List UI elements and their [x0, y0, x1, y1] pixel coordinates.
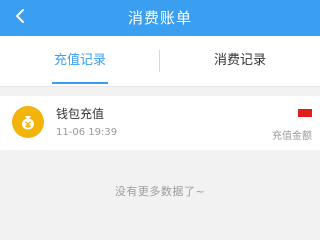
amount-label: 充值金额 — [272, 131, 312, 142]
tab-bar: 充值记录 消费记录 — [0, 36, 320, 87]
app-header: 消费账单 — [0, 0, 320, 36]
tab-recharge-records[interactable]: 充值记录 — [0, 36, 160, 86]
active-tab-indicator — [52, 82, 108, 84]
record-title: 钱包充值 — [56, 107, 105, 121]
record-timestamp: 11-06 19:39 — [56, 127, 118, 138]
list-item[interactable]: 钱包充值 11-06 19:39 充值金额 — [0, 96, 320, 150]
page-title: 消费账单 — [127, 9, 192, 27]
tab-consumption-records[interactable]: 消费记录 — [160, 36, 320, 86]
no-more-data-note: 没有更多数据了~ — [114, 185, 206, 198]
wallet-money-bag-icon — [12, 106, 44, 138]
amount-value-marker — [298, 109, 312, 117]
